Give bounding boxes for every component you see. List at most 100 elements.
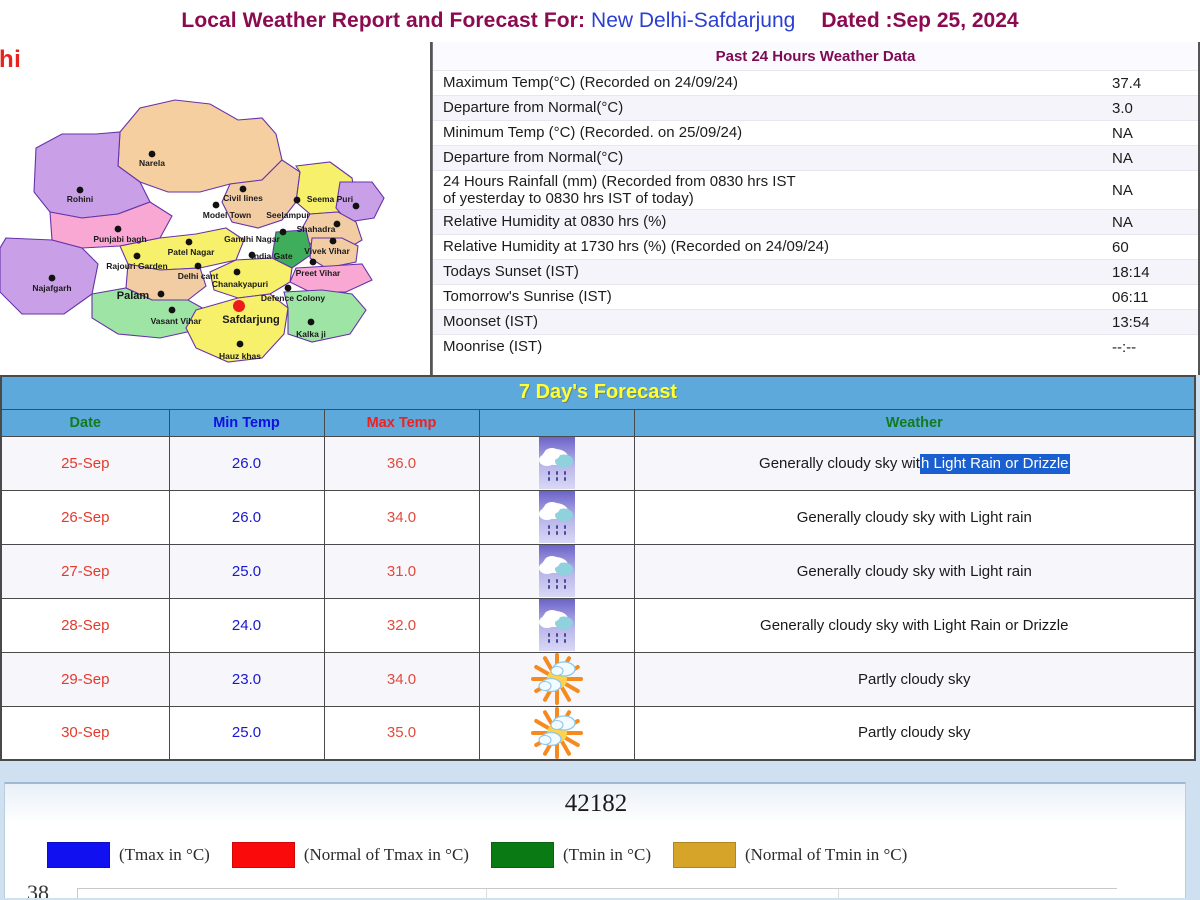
forecast-banner-label: 7 Day's Forecast (518, 381, 678, 404)
chart-legend-item: (Tmax in °C) (47, 842, 232, 868)
forecast-date: 28-Sep (0, 597, 170, 653)
svg-text:Seema Puri: Seema Puri (307, 194, 353, 204)
forecast-max-temp: 34.0 (323, 489, 480, 545)
past-24-row: Maximum Temp(°C) (Recorded on 24/09/24) 3… (433, 70, 1198, 95)
page-title: Local Weather Report and Forecast For: (181, 9, 586, 32)
svg-text:Safdarjung: Safdarjung (222, 314, 279, 326)
chart-legend-swatch (672, 842, 736, 868)
past-24-row-value: 3.0 (1112, 99, 1133, 117)
weather-text-plain: Generally cloudy sky with Light rain (796, 562, 1032, 580)
chart-plot-area (77, 888, 1117, 898)
sun-cloud-icon (530, 653, 583, 705)
past-24-row: Relative Humidity at 0830 hrs (%) NA (433, 209, 1198, 234)
past-24-row-value: 18:14 (1112, 263, 1150, 281)
forecast-weather-icon-cell (478, 435, 635, 491)
svg-text:Shahadra: Shahadra (297, 224, 336, 234)
forecast-min-temp: 26.0 (168, 435, 325, 491)
past-24-row-value: NA (1112, 181, 1133, 199)
svg-text:Gandhi Nagar: Gandhi Nagar (224, 234, 280, 244)
svg-text:Rajouri Garden: Rajouri Garden (106, 261, 167, 271)
forecast-min-temp: 26.0 (168, 489, 325, 545)
past-24-row-value: NA (1112, 149, 1133, 167)
svg-text:India Gate: India Gate (251, 251, 292, 261)
safdarjung-station-marker (233, 300, 245, 312)
forecast-weather-icon-cell (478, 597, 635, 653)
forecast-max-temp: 31.0 (323, 543, 480, 599)
past-24-row-label: Tomorrow's Sunrise (IST) (443, 288, 612, 306)
past-24-row-label: Maximum Temp(°C) (Recorded on 24/09/24) (443, 74, 739, 92)
forecast-weather-description: Partly cloudy sky (633, 705, 1196, 761)
weather-text-selected[interactable]: h Light Rain or Drizzle (919, 453, 1070, 474)
forecast-date: 30-Sep (0, 705, 170, 761)
seven-day-forecast-section: 7 Day's Forecast Date Min Temp Max Temp … (0, 375, 1200, 765)
delhi-district-map: elhi (0, 42, 432, 375)
past-24-row-label: Relative Humidity at 1730 hrs (%) (Recor… (443, 238, 830, 256)
past-24-row: Relative Humidity at 1730 hrs (%) (Recor… (433, 234, 1198, 259)
forecast-weather-icon-cell (478, 705, 635, 761)
chart-legend-label: (Normal of Tmin in °C) (744, 845, 908, 864)
past-24-hours-rows: Maximum Temp(°C) (Recorded on 24/09/24) 3… (433, 70, 1198, 375)
forecast-row: 26-Sep 26.0 34.0 Generally cloudy sky with… (0, 489, 1196, 545)
rain-cloud-icon (538, 437, 575, 489)
past-24-row-label: Relative Humidity at 0830 hrs (%) (443, 213, 667, 231)
forecast-row: 30-Sep 25.0 35.0 Partly cloudy sky (0, 705, 1196, 761)
weather-text-plain: Partly cloudy sky (857, 670, 971, 688)
svg-text:Vivek Vihar: Vivek Vihar (304, 246, 350, 256)
svg-text:Civil lines: Civil lines (223, 193, 263, 203)
forecast-weather-icon-cell (478, 489, 635, 545)
forecast-date: 29-Sep (0, 651, 170, 707)
forecast-date: 27-Sep (0, 543, 170, 599)
forecast-max-temp: 36.0 (323, 435, 480, 491)
rain-cloud-icon (538, 599, 575, 651)
weather-text-plain: Partly cloudy sky (857, 724, 971, 742)
map-region-title: elhi (0, 46, 22, 73)
past-24-row: 24 Hours Rainfall (mm) (Recorded from 08… (433, 170, 1198, 209)
chart-legend-item: (Tmin in °C) (490, 842, 673, 868)
svg-text:Seelampur: Seelampur (266, 210, 310, 220)
past-24-row-value: --:-- (1112, 338, 1137, 356)
weather-text-plain: Generally cloudy sky with Light rain (796, 508, 1032, 526)
chart-panel: 42182 (Tmax in °C) (Normal of Tmax in °C)… (4, 782, 1186, 898)
column-header-icon (478, 409, 635, 437)
svg-text:Hauz khas: Hauz khas (219, 351, 261, 361)
past-24-row-value: NA (1112, 124, 1133, 142)
forecast-weather-icon-cell (478, 543, 635, 599)
svg-text:Vasant Vihar: Vasant Vihar (151, 316, 203, 326)
forecast-weather-description: Generally cloudy sky with Light Rain or … (633, 435, 1196, 491)
bottom-chart-section: 42182 (Tmax in °C) (Normal of Tmax in °C)… (0, 770, 1200, 900)
past-24-row: Todays Sunset (IST) 18:14 (433, 259, 1198, 284)
svg-text:Chanakyapuri: Chanakyapuri (212, 279, 268, 289)
chart-legend-swatch (47, 842, 110, 868)
y-axis-tick-38: 38 (27, 880, 49, 898)
chart-legend-item: (Normal of Tmin in °C) (672, 842, 929, 868)
past-24-row-label: Todays Sunset (IST) (443, 263, 579, 281)
svg-text:Kalka ji: Kalka ji (296, 329, 326, 339)
past-24-row-label: Moonrise (IST) (443, 338, 543, 356)
past-24-row-label: Departure from Normal(°C) (443, 149, 624, 167)
past-24-row-label: Minimum Temp (°C) (Recorded. on 25/09/24… (443, 124, 743, 142)
svg-text:Model Town: Model Town (203, 210, 251, 220)
forecast-weather-description: Generally cloudy sky with Light rain (633, 543, 1196, 599)
forecast-row: 25-Sep 26.0 36.0 Generally cloudy sky with… (0, 435, 1196, 491)
forecast-row: 27-Sep 25.0 31.0 Generally cloudy sky with… (0, 543, 1196, 599)
forecast-max-temp: 35.0 (323, 705, 480, 761)
past-24-row-value: 60 (1112, 238, 1129, 256)
chart-legend-label: (Tmax in °C) (119, 845, 210, 864)
forecast-min-temp: 23.0 (168, 651, 325, 707)
past-24-row-value: 13:54 (1112, 313, 1150, 331)
forecast-max-temp: 32.0 (323, 597, 480, 653)
past-24-hours-panel: Past 24 Hours Weather Data Maximum Temp(… (432, 42, 1200, 375)
upper-section: elhi (0, 42, 1200, 375)
past-24-row-value: 37.4 (1112, 74, 1142, 92)
map-graphic: Narela Rohini Civil lines Model Town See… (0, 99, 385, 363)
past-24-hours-title: Past 24 Hours Weather Data (433, 42, 1198, 70)
chart-legend-label: (Tmin in °C) (562, 845, 651, 864)
forecast-weather-description: Generally cloudy sky with Light rain (633, 489, 1196, 545)
past-24-row-value: 06:11 (1112, 288, 1149, 306)
svg-text:Punjabi bagh: Punjabi bagh (93, 234, 146, 244)
column-header-max-temp: Max Temp (323, 409, 480, 437)
station-number: 42182 (564, 790, 628, 817)
weather-text-plain: Generally cloudy sky wit (759, 454, 920, 472)
forecast-min-temp: 25.0 (168, 705, 325, 761)
forecast-date: 26-Sep (0, 489, 170, 545)
